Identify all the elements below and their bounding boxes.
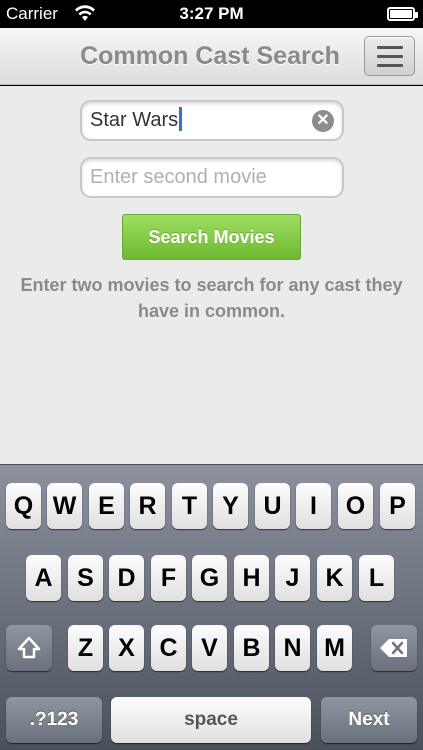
shift-icon <box>6 625 52 671</box>
key-r[interactable]: R <box>130 483 165 529</box>
first-movie-input[interactable]: Star Wars ✕ <box>80 100 344 141</box>
key-g[interactable]: G <box>192 555 227 601</box>
key-e[interactable]: E <box>89 483 124 529</box>
first-movie-value: Star Wars <box>90 109 179 131</box>
key-i[interactable]: I <box>296 483 331 529</box>
text-cursor <box>179 107 183 132</box>
key-x[interactable]: X <box>109 625 144 671</box>
key-f[interactable]: F <box>151 555 186 601</box>
search-form: Star Wars ✕ Enter second movie Search Mo… <box>0 86 423 464</box>
page-title: Common Cast Search <box>80 42 340 70</box>
key-t[interactable]: T <box>172 483 207 529</box>
navigation-bar: Common Cast Search <box>0 28 423 85</box>
key-a[interactable]: A <box>26 555 61 601</box>
key-q[interactable]: Q <box>6 483 41 529</box>
keyboard: Q W E R T Y U I O P A S D F G H J K L Z … <box>0 464 423 750</box>
next-key[interactable]: Next <box>321 697 417 743</box>
key-w[interactable]: W <box>47 483 82 529</box>
clear-icon[interactable]: ✕ <box>312 110 334 132</box>
status-time: 3:27 PM <box>179 4 244 23</box>
key-o[interactable]: O <box>338 483 373 529</box>
key-y[interactable]: Y <box>213 483 248 529</box>
key-l[interactable]: L <box>359 555 394 601</box>
second-movie-input[interactable]: Enter second movie <box>80 157 344 198</box>
key-s[interactable]: S <box>68 555 103 601</box>
space-key[interactable]: space <box>111 697 311 743</box>
key-z[interactable]: Z <box>68 625 103 671</box>
backspace-icon <box>371 625 417 671</box>
search-movies-button[interactable]: Search Movies <box>122 214 301 260</box>
mode-switch-key[interactable]: .?123 <box>6 697 102 743</box>
key-v[interactable]: V <box>192 625 227 671</box>
key-u[interactable]: U <box>255 483 290 529</box>
key-k[interactable]: K <box>317 555 352 601</box>
key-j[interactable]: J <box>275 555 310 601</box>
instructions-text: Enter two movies to search for any cast … <box>20 275 403 321</box>
battery-icon <box>387 7 418 21</box>
key-b[interactable]: B <box>234 625 269 671</box>
key-h[interactable]: H <box>234 555 269 601</box>
key-n[interactable]: N <box>275 625 310 671</box>
key-m[interactable]: M <box>317 625 352 671</box>
key-c[interactable]: C <box>151 625 186 671</box>
menu-button[interactable] <box>364 36 415 76</box>
shift-key[interactable] <box>6 625 52 671</box>
key-p[interactable]: P <box>380 483 415 529</box>
status-bar: Carrier 3:27 PM <box>0 0 423 28</box>
second-movie-placeholder: Enter second movie <box>90 166 267 188</box>
key-d[interactable]: D <box>109 555 144 601</box>
delete-key[interactable] <box>371 625 417 671</box>
